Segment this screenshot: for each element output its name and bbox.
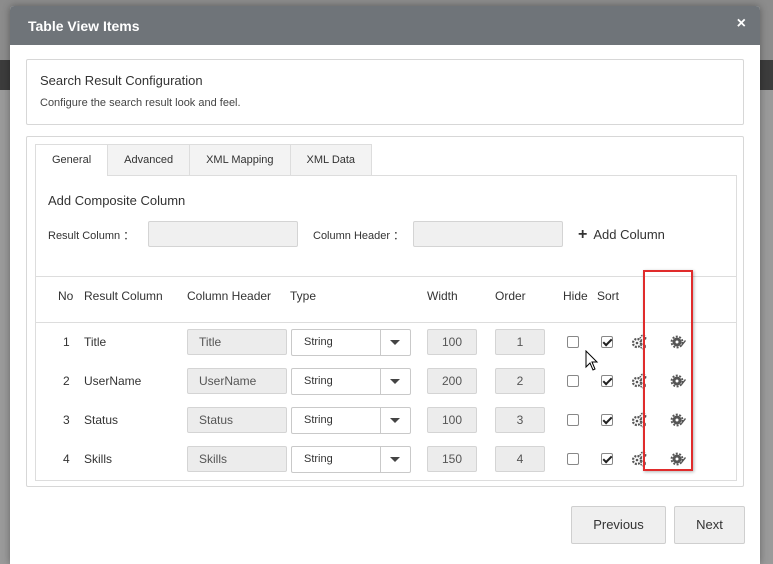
tab-xml-mapping[interactable]: XML Mapping [189,144,291,175]
header-sort: Sort [597,289,620,303]
general-tab-panel: Add Composite Column Result Column ： Col… [35,175,737,481]
order-field[interactable]: 2 [495,368,545,394]
row-result-column: Title [84,335,107,349]
tab-bar: General Advanced XML Mapping XML Data [35,144,373,176]
type-value: String [304,453,333,465]
row-number: 2 [63,374,70,388]
chevron-down-icon [380,408,410,433]
order-field[interactable]: 4 [495,446,545,472]
hide-checkbox[interactable] [567,414,579,426]
tab-general[interactable]: General [35,144,109,176]
row-result-column: Skills [84,452,113,466]
header-hide: Hide [563,289,588,303]
tab-advanced[interactable]: Advanced [107,144,191,175]
plus-icon: + [578,226,588,243]
header-order: Order [495,289,526,303]
chevron-down-icon [380,447,410,472]
table-row: 3 Status Status String 100 3 [36,407,736,446]
row-number: 4 [63,452,70,466]
header-divider [36,322,736,323]
hide-checkbox[interactable] [567,336,579,348]
result-column-input[interactable] [148,221,298,247]
order-field[interactable]: 1 [495,329,545,355]
type-value: String [304,375,333,387]
header-column-header: Column Header [187,289,272,303]
divider [36,276,736,277]
sort-checkbox[interactable] [601,414,613,426]
sort-checkbox[interactable] [601,453,613,465]
column-header-field[interactable]: Title [187,329,287,355]
chevron-down-icon [380,369,410,394]
search-result-config-panel: Search Result Configuration Configure th… [26,59,744,125]
table-row: 1 Title Title String 100 1 [36,329,736,368]
width-field[interactable]: 100 [427,407,477,433]
columns-panel: General Advanced XML Mapping XML Data Ad… [26,136,744,487]
sort-checkbox[interactable] [601,375,613,387]
dialog-header: Table View Items × [10,6,760,45]
row-number: 3 [63,413,70,427]
hide-checkbox[interactable] [567,375,579,387]
type-select[interactable]: String [291,329,411,356]
row-result-column: Status [84,413,119,427]
header-type: Type [290,289,317,303]
next-button[interactable]: Next [674,506,745,544]
previous-button[interactable]: Previous [571,506,666,544]
width-field[interactable]: 200 [427,368,477,394]
column-header-field[interactable]: Skills [187,446,287,472]
column-header-label: Column Header ： [313,230,405,242]
mouse-cursor-icon [585,350,599,371]
header-width: Width [427,289,458,303]
column-header-input[interactable] [413,221,563,247]
close-icon[interactable]: × [737,16,746,32]
type-select[interactable]: String [291,368,411,395]
sort-checkbox[interactable] [601,336,613,348]
column-header-field[interactable]: UserName [187,368,287,394]
header-no: No [58,289,74,303]
width-field[interactable]: 100 [427,329,477,355]
add-column-button[interactable]: + Add Column [578,226,665,244]
table-row: 2 UserName UserName String 200 2 [36,368,736,407]
annotation-highlight-box [643,270,693,471]
type-value: String [304,414,333,426]
table-row: 4 Skills Skills String 150 4 [36,446,736,485]
config-description: Configure the search result look and fee… [40,97,241,109]
hide-checkbox[interactable] [567,453,579,465]
type-select[interactable]: String [291,446,411,473]
type-value: String [304,336,333,348]
config-title: Search Result Configuration [40,73,203,88]
composite-section-title: Add Composite Column [48,193,186,208]
tab-xml-data[interactable]: XML Data [289,144,373,175]
row-result-column: UserName [84,374,142,388]
width-field[interactable]: 150 [427,446,477,472]
order-field[interactable]: 3 [495,407,545,433]
result-column-label: Result Column ： [48,230,135,242]
chevron-down-icon [380,330,410,355]
row-number: 1 [63,335,70,349]
header-result-column: Result Column [84,289,163,303]
type-select[interactable]: String [291,407,411,434]
add-column-label: Add Column [593,227,665,242]
column-header-field[interactable]: Status [187,407,287,433]
dialog-title: Table View Items [28,18,140,34]
